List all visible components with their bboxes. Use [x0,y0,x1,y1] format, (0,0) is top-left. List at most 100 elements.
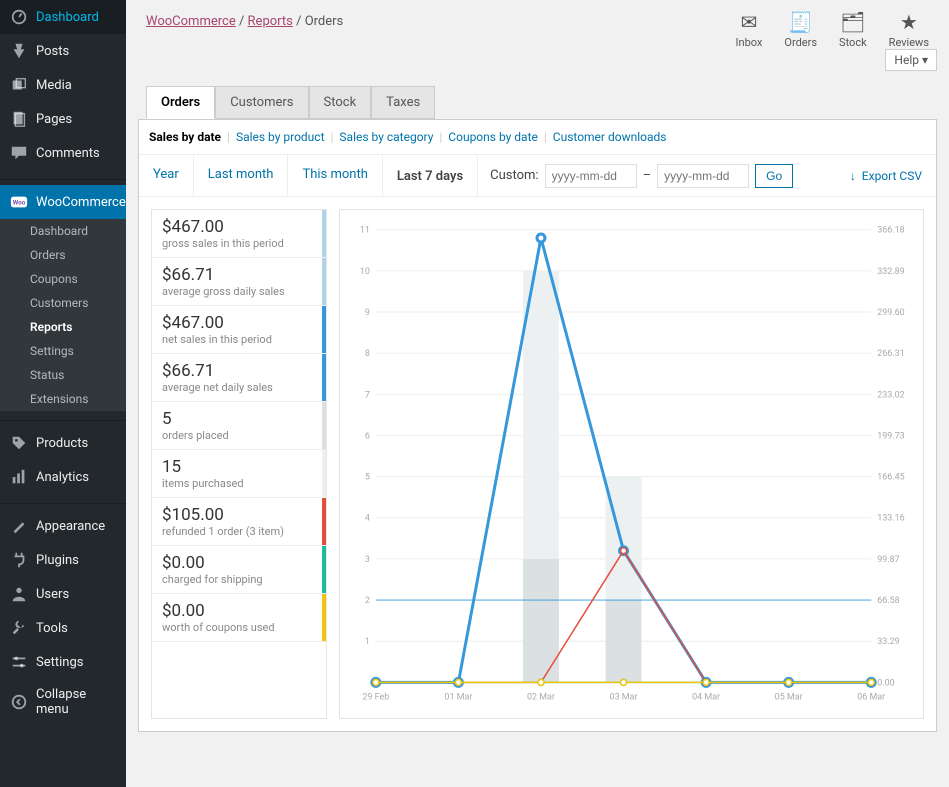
sidebar-item-comments[interactable]: Comments [0,136,126,170]
topicon-label: Inbox [736,36,763,49]
report-body: $467.00gross sales in this period$66.71a… [139,197,936,731]
sidebar-item-settings[interactable]: Settings [0,645,126,679]
sidebar-sub-extensions[interactable]: Extensions [0,387,126,411]
woo-icon: Woo [10,193,28,211]
top-bar: WooCommerce / Reports / Orders ✉Inbox🧾Or… [126,0,949,49]
sublink-coupons-by-date[interactable]: Coupons by date [448,130,538,144]
svg-text:10: 10 [360,267,370,277]
legend-row[interactable]: $66.71average net daily sales [152,354,326,402]
sidebar-item-plugins[interactable]: Plugins [0,543,126,577]
legend-row[interactable]: $0.00charged for shipping [152,546,326,594]
sidebar-item-dashboard[interactable]: Dashboard [0,0,126,34]
sidebar-item-pages[interactable]: Pages [0,102,126,136]
legend-label: items purchased [162,477,316,490]
range-last-7-days[interactable]: Last 7 days [383,155,478,196]
sidebar-sub-orders[interactable]: Orders [0,243,126,267]
legend-row[interactable]: $467.00gross sales in this period [152,210,326,258]
export-label: Export CSV [862,169,922,183]
topicon-reviews[interactable]: ★Reviews [889,10,929,49]
tab-orders[interactable]: Orders [146,86,215,119]
legend-row[interactable]: $105.00refunded 1 order (3 item) [152,498,326,546]
sidebar-item-analytics[interactable]: Analytics [0,460,126,494]
sidebar-sub-reports[interactable]: Reports [0,315,126,339]
sidebar-label: Dashboard [36,10,99,25]
legend-label: average net daily sales [162,381,316,394]
legend-row[interactable]: $467.00net sales in this period [152,306,326,354]
legend-row[interactable]: $0.00worth of coupons used [152,594,326,642]
svg-text:03 Mar: 03 Mar [610,692,638,702]
svg-text:99.87: 99.87 [877,555,899,565]
help-button[interactable]: Help ▾ [885,49,937,71]
sidebar-label: Comments [36,146,100,161]
sidebar-item-collapse-menu[interactable]: Collapse menu [0,679,126,725]
range-year[interactable]: Year [139,155,194,196]
sidebar-item-media[interactable]: Media [0,68,126,102]
legend-stripe [322,594,326,641]
sidebar-item-woocommerce[interactable]: Woo WooCommerce [0,185,126,219]
export-csv[interactable]: ↓ Export CSV [836,169,936,183]
legend-row[interactable]: 15items purchased [152,450,326,498]
sidebar-item-appearance[interactable]: Appearance [0,509,126,543]
sidebar-label: Media [36,78,72,93]
date-to-input[interactable] [657,164,749,188]
tab-taxes[interactable]: Taxes [371,86,435,119]
breadcrumb-woocommerce[interactable]: WooCommerce [146,14,236,29]
legend-label: worth of coupons used [162,621,316,634]
sidebar-item-posts[interactable]: Posts [0,34,126,68]
date-range-row: YearLast monthThis monthLast 7 days Cust… [139,154,936,197]
sidebar-label: Posts [36,44,69,59]
sidebar-sub-customers[interactable]: Customers [0,291,126,315]
stock-icon: 🗂 [839,10,867,34]
sidebar-sub-coupons[interactable]: Coupons [0,267,126,291]
legend-row[interactable]: 5orders placed [152,402,326,450]
tab-customers[interactable]: Customers [215,86,308,119]
sublink-sales-by-product[interactable]: Sales by product [236,130,325,144]
breadcrumb-current: Orders [305,14,344,29]
sidebar-item-products[interactable]: Products [0,426,126,460]
breadcrumb-reports[interactable]: Reports [248,14,293,29]
stats-legend: $467.00gross sales in this period$66.71a… [151,209,327,719]
sidebar-item-users[interactable]: Users [0,577,126,611]
range-last-month[interactable]: Last month [194,155,289,196]
main-content: WooCommerce / Reports / Orders ✉Inbox🧾Or… [126,0,949,787]
sidebar-sub-settings[interactable]: Settings [0,339,126,363]
svg-text:7: 7 [365,390,370,400]
svg-text:29 Feb: 29 Feb [362,692,389,702]
svg-text:5: 5 [365,473,370,483]
svg-text:05 Mar: 05 Mar [775,692,803,702]
sublink-active: Sales by date [149,130,221,144]
topicon-label: Stock [839,36,867,49]
tab-stock[interactable]: Stock [309,86,372,119]
topicon-label: Orders [784,36,817,49]
wrench-icon [10,619,28,637]
sublink-sales-by-category[interactable]: Sales by category [339,130,433,144]
legend-stripe [322,402,326,449]
collapse-icon [10,693,28,711]
brush-icon [10,517,28,535]
legend-stripe [322,306,326,353]
sidebar-item-tools[interactable]: Tools [0,611,126,645]
sidebar-label: Settings [36,655,83,670]
sidebar-label: Products [36,436,88,451]
svg-text:4: 4 [365,514,370,524]
topicon-orders[interactable]: 🧾Orders [784,10,817,49]
page-icon [10,110,28,128]
go-button[interactable]: Go [755,164,793,188]
topicon-inbox[interactable]: ✉Inbox [736,10,763,49]
topicon-stock[interactable]: 🗂 Stock [839,10,867,49]
svg-text:1: 1 [365,637,370,647]
sidebar-sub-dashboard[interactable]: Dashboard [0,219,126,243]
svg-text:366.18: 366.18 [877,226,904,236]
legend-stripe [322,354,326,401]
date-from-input[interactable] [545,164,637,188]
svg-text:02 Mar: 02 Mar [527,692,555,702]
svg-text:2: 2 [365,596,370,606]
legend-row[interactable]: $66.71average gross daily sales [152,258,326,306]
sublink-customer-downloads[interactable]: Customer downloads [553,130,667,144]
range-this-month[interactable]: This month [288,155,382,196]
chart-svg: 12345678910110.0033.2966.5899.87133.1616… [348,222,915,710]
sidebar-sub-status[interactable]: Status [0,363,126,387]
svg-text:06 Mar: 06 Mar [857,692,885,702]
report-tabs: OrdersCustomersStockTaxes [146,86,949,119]
svg-text:Woo: Woo [13,199,26,207]
